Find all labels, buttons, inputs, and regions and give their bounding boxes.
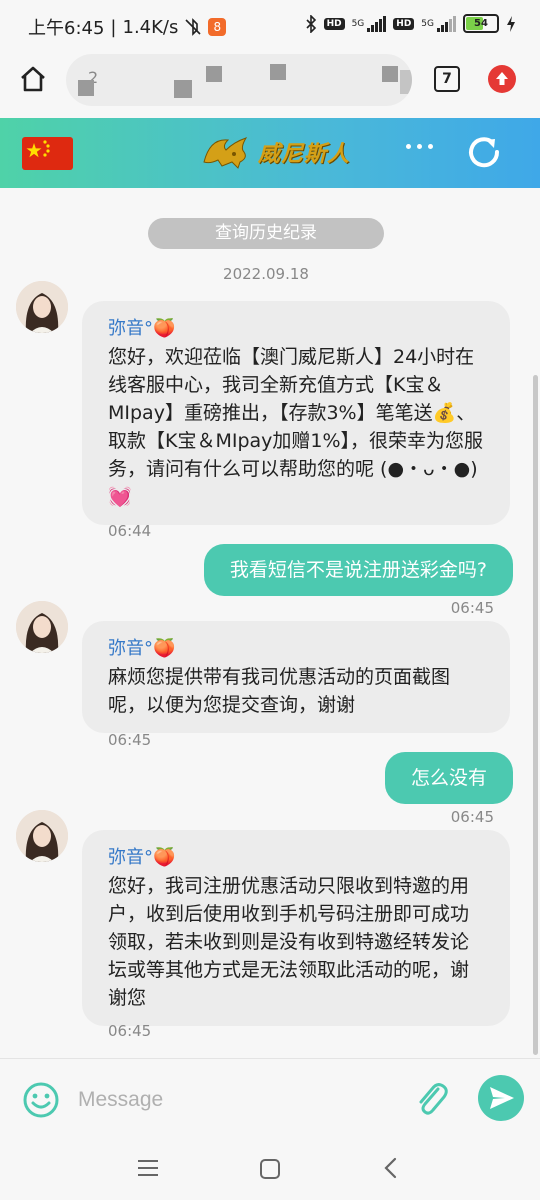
agent-name: 弥音°🍑 [108, 638, 176, 659]
agent-avatar-image [16, 281, 68, 333]
redaction-block [270, 64, 286, 80]
signal-bars-1-icon [367, 15, 387, 32]
back-icon[interactable] [382, 1156, 400, 1180]
system-nav-bar [0, 1138, 540, 1200]
update-button[interactable] [488, 65, 516, 93]
charging-icon [507, 15, 515, 32]
battery-level: 54 [474, 18, 488, 29]
agent-avatar-image [16, 601, 68, 653]
history-button[interactable]: 查询历史纪录 [148, 218, 384, 249]
brand-logo: 威尼斯人 [200, 132, 350, 172]
send-icon [490, 1087, 514, 1109]
chat-area: 查询历史纪录 2022.09.18 弥音°🍑 您好，欢迎莅临【澳门威尼斯人】24… [0, 188, 540, 1058]
url-bar[interactable]: 2 [66, 54, 412, 106]
redaction-block [174, 80, 192, 98]
more-dots-icon[interactable] [406, 144, 433, 149]
message-text: 您好，我司注册优惠活动只限收到特邀的用户，收到后使用收到手机号码注册即可成功领取… [108, 875, 470, 1009]
message-text: 您好，欢迎莅临【澳门威尼斯人】24小时在线客服中心，我司全新充值方式【K宝＆MI… [108, 346, 484, 508]
agent-name: 弥音°🍑 [108, 847, 176, 868]
send-button[interactable] [478, 1075, 524, 1121]
agent-avatar-image [16, 810, 68, 862]
winged-lion-icon [203, 137, 248, 169]
battery-icon: 54 [463, 14, 499, 33]
sim2-label: 5G [421, 18, 434, 29]
hd-badge: HD [323, 17, 345, 30]
avatar [16, 810, 68, 862]
brand-name: 威尼斯人 [258, 142, 351, 167]
message-time: 06:45 [108, 731, 152, 749]
bluetooth-icon [305, 14, 316, 33]
status-divider: | [110, 16, 117, 38]
refresh-icon[interactable] [466, 134, 502, 170]
redaction-block [206, 66, 222, 82]
redaction-block [78, 80, 94, 96]
language-flag-button[interactable] [22, 137, 73, 170]
status-right: HD 5G HD 5G 54 [305, 14, 516, 33]
avatar [16, 281, 68, 333]
message-composer [0, 1058, 540, 1139]
message-bubble-outgoing: 怎么没有 [384, 752, 513, 804]
hd-badge-2: HD [393, 17, 415, 30]
agent-name: 弥音°🍑 [108, 318, 176, 339]
notification-app-icon: 8 [208, 18, 227, 36]
status-bar: 上午6:45 | 1.4K/s 8 HD 5G HD 5G 54 [0, 0, 540, 50]
message-text: 麻烦您提供带有我司优惠活动的页面截图呢，以便为您提交查询，谢谢 [108, 666, 451, 716]
emoji-icon[interactable] [22, 1081, 60, 1119]
redaction-block [400, 70, 412, 94]
home-icon[interactable] [18, 64, 48, 94]
sim1-label: 5G [351, 18, 365, 29]
redaction-block [382, 66, 398, 82]
menu-icon[interactable] [136, 1158, 160, 1178]
message-time: 06:45 [450, 808, 494, 826]
message-bubble-incoming: 弥音°🍑 麻烦您提供带有我司优惠活动的页面截图呢，以便为您提交查询，谢谢 [82, 621, 510, 733]
message-bubble-incoming: 弥音°🍑 您好，我司注册优惠活动只限收到特邀的用户，收到后使用收到手机号码注册即… [82, 830, 510, 1026]
message-input[interactable] [76, 1081, 400, 1119]
tab-count-button[interactable]: 7 [434, 66, 460, 92]
browser-toolbar: 2 7 [0, 50, 540, 118]
arrow-up-icon [496, 72, 508, 85]
china-flag-icon [26, 140, 50, 158]
network-speed: 1.4K/s [122, 16, 179, 38]
message-time: 06:44 [108, 522, 152, 540]
chat-scrollbar[interactable] [533, 375, 538, 1055]
message-time: 06:45 [108, 1022, 152, 1040]
signal-bars-2-icon [437, 15, 456, 32]
paperclip-icon[interactable] [414, 1077, 450, 1121]
avatar [16, 601, 68, 653]
chat-date: 2022.09.18 [223, 265, 309, 283]
mute-icon [185, 18, 201, 36]
message-time: 06:45 [450, 599, 494, 617]
status-time: 上午6:45 [28, 18, 105, 39]
home-square-icon[interactable] [259, 1158, 281, 1180]
message-bubble-outgoing: 我看短信不是说注册送彩金吗? [203, 544, 513, 596]
status-left: 上午6:45 | 1.4K/s 8 [28, 14, 227, 40]
message-bubble-incoming: 弥音°🍑 您好，欢迎莅临【澳门威尼斯人】24小时在线客服中心，我司全新充值方式【… [82, 301, 510, 525]
app-header: 威尼斯人 [0, 118, 540, 188]
